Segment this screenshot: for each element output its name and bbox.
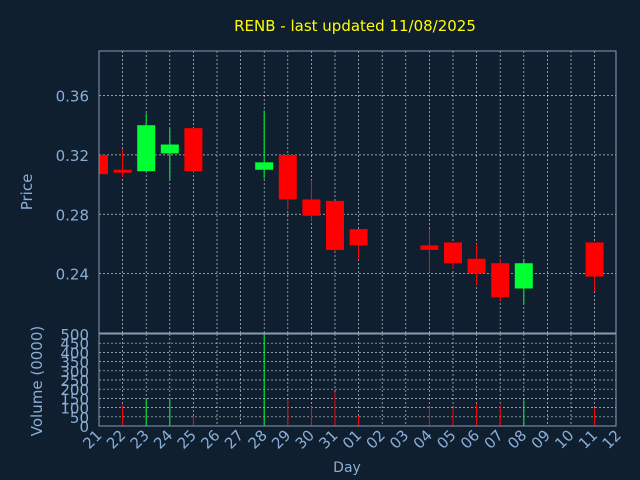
x-tick-label: 28: [245, 426, 271, 452]
price-tick-label: 0.24: [56, 266, 89, 284]
chart-canvas: RENB - last updated 11/08/2025 Price Vol…: [18, 17, 625, 476]
candle-body: [113, 169, 132, 173]
price-gridlines: [99, 51, 616, 333]
x-tick-label: 02: [363, 426, 389, 452]
candle-body: [278, 154, 297, 200]
x-tick-label: 07: [481, 426, 507, 452]
x-tick-label: 10: [551, 426, 577, 452]
x-tick-label: 31: [315, 426, 341, 452]
candle-body: [420, 245, 439, 250]
price-tick-label: 0.32: [56, 147, 89, 165]
x-tick-label: 03: [386, 426, 412, 452]
candle-body: [491, 263, 510, 298]
candle-body: [467, 258, 486, 274]
x-tick-label: 26: [197, 426, 223, 452]
candle-body: [326, 200, 344, 250]
x-axis-label: Day: [333, 460, 361, 476]
x-tick-label: 12: [599, 426, 625, 452]
candle-body: [585, 242, 604, 277]
candle-body: [160, 144, 179, 154]
x-tick-label: 08: [504, 426, 530, 452]
x-tick-label: 22: [103, 426, 129, 452]
x-tick-label: 25: [174, 426, 200, 452]
candle-body: [255, 162, 274, 170]
candle-body: [444, 242, 462, 264]
price-axis-label: Price: [18, 174, 36, 211]
candle-body: [349, 229, 368, 246]
volume-tick-labels: 050100150200250300350400450500: [60, 326, 89, 436]
price-tick-label: 0.36: [56, 88, 89, 106]
candle-body: [302, 199, 321, 216]
candlestick-series: [98, 110, 604, 305]
price-panel-frame: [98, 50, 617, 334]
x-tick-labels: 2122232425262728293031010203040506070809…: [79, 426, 624, 452]
price-tick-labels: 0.24 0.28 0.32 0.36: [56, 88, 89, 284]
x-tick-label: 29: [268, 426, 294, 452]
x-tick-label: 01: [339, 426, 365, 452]
candle-body: [514, 263, 533, 289]
volume-tick-label: 500: [60, 326, 89, 344]
candle-body: [137, 125, 156, 172]
price-tick-label: 0.28: [56, 206, 89, 224]
candle-body: [99, 154, 108, 175]
x-tick-label: 06: [457, 426, 483, 452]
x-tick-label: 24: [150, 426, 176, 452]
volume-axis-label: Volume (0000): [28, 326, 46, 436]
x-tick-label: 30: [292, 426, 318, 452]
x-tick-label: 23: [127, 426, 153, 452]
volume-gridlines: [99, 333, 616, 427]
x-tick-label: 27: [221, 426, 247, 452]
chart-title: RENB - last updated 11/08/2025: [234, 17, 476, 35]
x-tick-label: 11: [575, 426, 601, 452]
x-tick-label: 04: [410, 426, 436, 452]
x-tick-label: 09: [528, 426, 554, 452]
x-tick-label: 05: [433, 426, 459, 452]
candle-body: [184, 128, 203, 172]
